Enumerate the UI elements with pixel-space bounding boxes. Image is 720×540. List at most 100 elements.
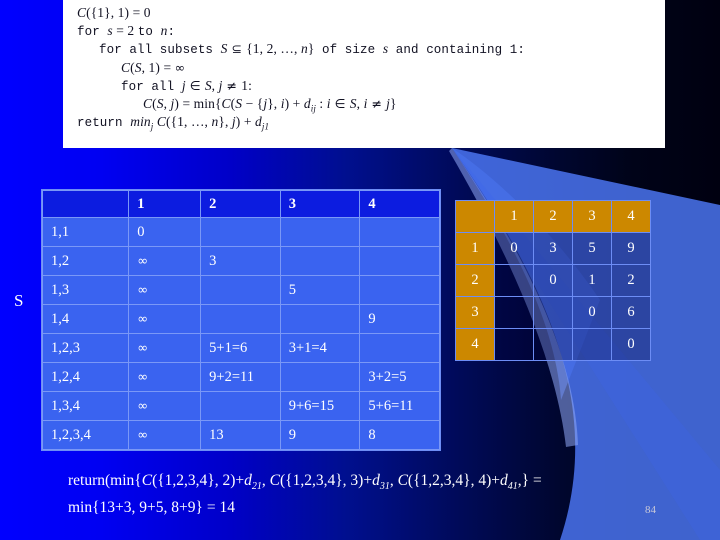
dp-table-column-header: 3 [279, 190, 361, 218]
return-expression-text: return(min{C({1,2,3,4}, 2)+d21, C({1,2,3… [68, 470, 708, 518]
math-symbol: min [130, 114, 151, 130]
dp-table-cell: 5+6=11 [359, 391, 440, 421]
dp-table-row: 1,2,4 ∞ 9+2=11 3+2=5 [41, 362, 440, 392]
dp-table-cell [279, 217, 361, 247]
math-operator: ≠ [222, 77, 242, 93]
math-operator: ∈ [330, 95, 350, 111]
distance-matrix-column-header: 1 [494, 200, 534, 233]
math-symbol: C [397, 472, 408, 489]
math-text: {1, 2, …, [246, 41, 301, 57]
dp-table-row-label: 1,2,3,4 [41, 420, 130, 450]
math-text: ) = min{ [174, 95, 222, 111]
dp-table-row: 1,2,3,4 ∞ 13 9 8 [41, 420, 440, 450]
code-keyword: to [137, 25, 161, 40]
pseudocode-lines: C({1}, 1) = 0 for s = 2 to n: for all subs… [63, 0, 665, 132]
distance-matrix-cell [533, 328, 573, 361]
math-text: − { [242, 95, 264, 111]
dp-table-cell [359, 217, 440, 247]
return-expression-line-1: return(min{C({1,2,3,4}, 2)+d21, C({1,2,3… [68, 470, 708, 497]
math-text: ({1}, 1) = 0 [86, 5, 151, 20]
dp-table-row-label: 1,1 [41, 217, 130, 247]
dp-table-row: 1,3 ∞ 5 [41, 275, 440, 305]
dp-table-cell: 5 [279, 275, 361, 305]
dp-table-column-header: 1 [128, 190, 202, 218]
dp-table: 1234 1,1 0 1,2 ∞ 3 1,3 ∞ 5 1,4 ∞ 9 1,2,3 ∞ 5+1=6 3+1=4… [41, 190, 440, 450]
math-symbol: S [349, 95, 357, 111]
math-text: , [163, 95, 171, 111]
distance-matrix-column-header [455, 200, 495, 233]
return-expression-line-2: min{13+3, 9+5, 8+9} = 14 [68, 499, 235, 517]
math-subscript: 41 [507, 481, 518, 493]
math-symbol: C [143, 95, 153, 111]
dp-table-cell: 5+1=6 [200, 333, 281, 363]
margin-label-s: S [14, 291, 24, 310]
dp-table-cell: ∞ [128, 420, 202, 450]
distance-matrix-cell [494, 296, 534, 329]
distance-matrix-row: 2012 [455, 264, 651, 297]
math-text: ) + [235, 114, 256, 130]
distance-matrix-row: 40 [455, 328, 651, 361]
code-keyword: for all subsets [99, 43, 221, 58]
math-text: , [356, 95, 364, 111]
pseudocode-line: C({1}, 1) = 0 [77, 4, 665, 22]
distance-matrix-row-label: 2 [455, 264, 495, 297]
math-operator: ≠ [367, 95, 387, 111]
math-symbol: d [372, 472, 380, 489]
dp-table-cell [200, 217, 281, 247]
math-symbol: S [134, 59, 142, 75]
distance-matrix-cell: 5 [572, 232, 612, 265]
dp-table-cell: ∞ [128, 304, 202, 334]
math-symbol: C [156, 114, 166, 130]
pseudocode-line: for all subsets S ⊆ {1, 2, …, n} of size… [77, 40, 665, 58]
dp-table-row: 1,2,3 ∞ 5+1=6 3+1=4 [41, 333, 440, 363]
math-text: return(min{ [68, 472, 142, 489]
dp-table-cell [200, 275, 281, 305]
math-text: ,} = [517, 472, 542, 489]
distance-matrix-cell: 3 [533, 232, 573, 265]
code-keyword: for [77, 25, 108, 40]
distance-matrix-cell [533, 296, 573, 329]
math-text: 1: [241, 77, 252, 93]
dp-table-column-header: 2 [200, 190, 281, 218]
presentation-slide: C({1}, 1) = 0 for s = 2 to n: for all subs… [0, 0, 720, 540]
math-text: = 2 [112, 23, 138, 39]
distance-matrix-row: 10359 [455, 232, 651, 265]
math-symbol: C [77, 5, 87, 20]
math-text: ({1, …, [165, 114, 212, 130]
infinity-symbol: ∞ [137, 340, 149, 356]
math-symbol: d [244, 472, 252, 489]
infinity-symbol: ∞ [137, 282, 149, 298]
distance-matrix-row-label: 1 [455, 232, 495, 265]
distance-matrix-column-header: 4 [611, 200, 651, 233]
dp-table-cell: 9+2=11 [200, 362, 281, 392]
math-text: ({1,2,3,4}, 4)+ [407, 472, 500, 489]
pseudocode-line: C(S, j) = min{C(S − {j}, i) + dij : i ∈ … [77, 95, 665, 114]
distance-matrix-cell: 6 [611, 296, 651, 329]
distance-matrix-cell: 2 [611, 264, 651, 297]
distance-matrix-body: 10359201230 640 [455, 232, 651, 361]
dp-table-cell: ∞ [128, 246, 202, 276]
pseudocode-line: return minj C({1, …, n}, j) + dj1 [77, 113, 665, 132]
dp-table-row: 1,4 ∞ 9 [41, 304, 440, 334]
pseudocode-line: C(S, 1) = ∞ [77, 59, 665, 77]
distance-matrix-column-header: 3 [572, 200, 612, 233]
code-keyword: for all [121, 79, 182, 94]
dp-table-cell: ∞ [128, 275, 202, 305]
infinity-symbol: ∞ [137, 311, 149, 327]
distance-matrix-cell: 0 [533, 264, 573, 297]
pseudocode-line: for all j ∈ S, j ≠ 1: [77, 77, 665, 95]
math-text: , 1) = [141, 59, 175, 75]
dp-table-cell: 13 [200, 420, 281, 450]
dp-table-cell [279, 362, 361, 392]
math-symbol: C [141, 472, 153, 489]
math-symbol: C [121, 59, 131, 75]
infinity-symbol: ∞ [137, 369, 149, 385]
distance-matrix-header-row: 1234 [455, 200, 651, 233]
dp-table-row: 1,2 ∞ 3 [41, 246, 440, 276]
dp-table-row: 1,1 0 [41, 217, 440, 247]
distance-matrix-cell: 9 [611, 232, 651, 265]
math-symbol: n [300, 41, 308, 57]
distance-matrix-cell [494, 264, 534, 297]
slide-number: 84 [645, 504, 656, 516]
math-symbol: S [156, 95, 164, 111]
